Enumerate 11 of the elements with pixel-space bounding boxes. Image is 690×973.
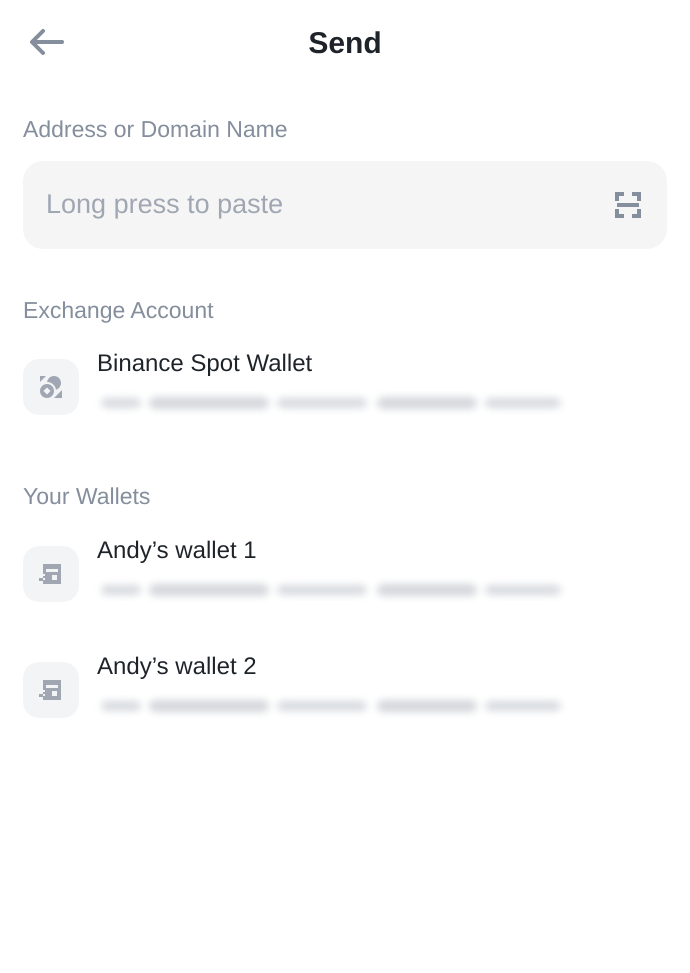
section-heading: Exchange Account <box>23 296 215 325</box>
account-name[interactable]: Andy’s wallet 1 <box>97 534 567 568</box>
account-name[interactable]: Andy’s wallet 2 <box>97 650 567 684</box>
coin-icon <box>38 374 64 400</box>
page-title: Send <box>308 26 382 62</box>
field-label: Address or Domain Name <box>23 115 289 144</box>
section-heading: Your Wallets <box>23 482 152 511</box>
address-field[interactable]: Long press to paste <box>23 160 667 248</box>
scan-icon[interactable] <box>615 192 641 218</box>
back-arrow-icon <box>28 28 64 56</box>
account-name[interactable]: Binance Spot Wallet <box>97 347 567 381</box>
